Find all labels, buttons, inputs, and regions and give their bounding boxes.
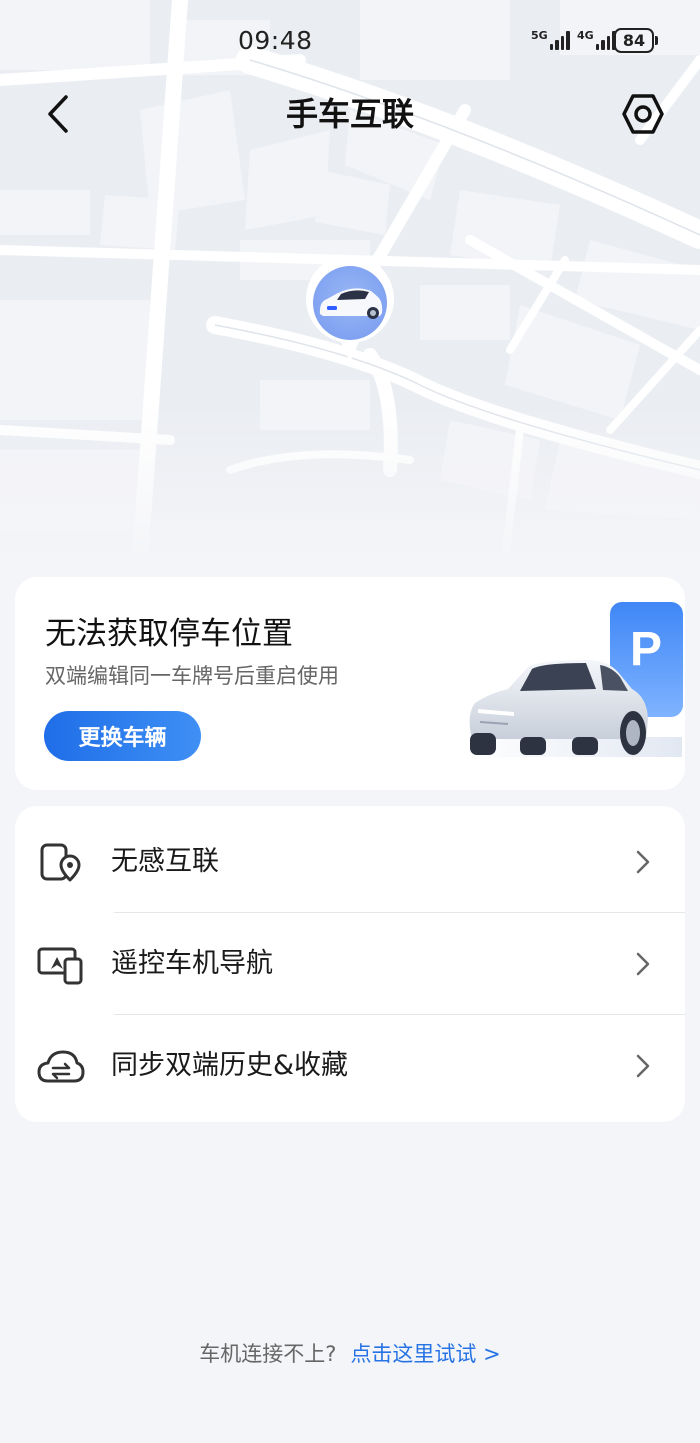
page: 09:48 5G 4G 84 手车互联 无法获取停车位置 双端编辑同一车牌号后重… <box>0 0 700 1443</box>
settings-button[interactable] <box>619 90 667 138</box>
battery-level: 84 <box>622 31 646 50</box>
car-location-marker[interactable] <box>305 254 395 364</box>
back-button[interactable] <box>38 92 78 136</box>
parking-card-subtitle: 双端编辑同一车牌号后重启使用 <box>45 664 339 688</box>
signal-bars-icon <box>595 30 616 50</box>
parking-card-title: 无法获取停车位置 <box>45 616 293 652</box>
phone-location-icon <box>40 843 81 882</box>
signal-5g-icon: 5G <box>531 30 570 50</box>
menu-item-label: 无感互联 <box>111 846 219 877</box>
svg-text:P: P <box>630 623 662 676</box>
feature-menu: 无感互联 遥控车机导航 同步双端历史&收藏 <box>15 806 685 1122</box>
parked-car-illustration: P <box>465 602 683 757</box>
network-5g-label: 5G <box>531 29 548 42</box>
menu-item-label: 遥控车机导航 <box>111 948 273 979</box>
chevron-right-icon <box>636 850 650 874</box>
page-title: 手车互联 <box>285 95 414 133</box>
parking-location-card: 无法获取停车位置 双端编辑同一车牌号后重启使用 更换车辆 P <box>15 577 685 790</box>
signal-4g-icon: 4G <box>577 30 616 50</box>
menu-item-remote-navigation[interactable]: 遥控车机导航 <box>15 913 685 1015</box>
menu-item-label: 同步双端历史&收藏 <box>111 1050 349 1081</box>
menu-item-seamless-connect[interactable]: 无感互联 <box>15 811 685 913</box>
footer-help: 车机连接不上? 点击这里试试 > <box>0 1338 700 1370</box>
car-pin-icon <box>306 254 394 362</box>
settings-icon <box>622 94 664 134</box>
status-time: 09:48 <box>238 26 313 55</box>
cloud-sync-icon <box>37 1050 85 1083</box>
signal-bars-icon <box>549 30 570 50</box>
battery-icon: 84 <box>614 28 654 53</box>
status-bar: 09:48 5G 4G 84 <box>0 0 700 80</box>
footer-try-link[interactable]: 点击这里试试 > <box>350 1342 500 1366</box>
battery-tip <box>655 36 658 45</box>
change-vehicle-button[interactable]: 更换车辆 <box>44 711 201 761</box>
screen-phone-navigation-icon <box>37 947 83 985</box>
chevron-right-icon <box>636 952 650 976</box>
network-4g-label: 4G <box>577 29 594 42</box>
footer-question: 车机连接不上? <box>199 1342 337 1366</box>
menu-item-sync-history[interactable]: 同步双端历史&收藏 <box>15 1015 685 1117</box>
chevron-right-icon <box>636 1054 650 1078</box>
chevron-left-icon <box>48 95 68 133</box>
